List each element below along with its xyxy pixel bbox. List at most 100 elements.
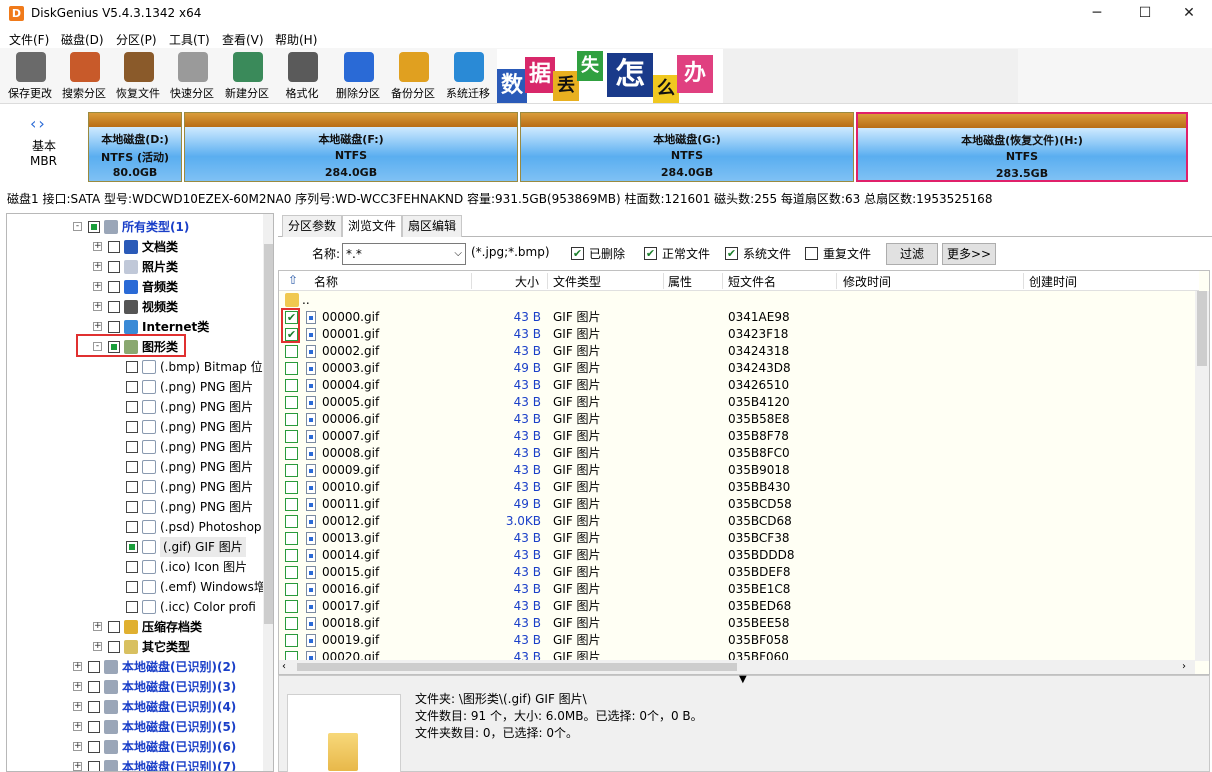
deleted-checkbox[interactable] <box>571 247 584 260</box>
up-arrow-icon[interactable]: ⇧ <box>288 273 298 287</box>
tree-checkbox[interactable] <box>126 601 138 613</box>
expand-toggle-icon[interactable]: - <box>73 222 82 231</box>
more-button[interactable]: 更多>> <box>942 243 996 265</box>
file-row[interactable]: 00009.gif 43 B GIF 图片 035B9018 <box>279 462 1195 479</box>
file-row[interactable]: 00004.gif 43 B GIF 图片 03426510 <box>279 377 1195 394</box>
tree-item[interactable]: + 本地磁盘(已识别)(5) <box>7 717 257 737</box>
scroll-left-icon[interactable]: ‹ <box>282 660 286 674</box>
scroll-right-icon[interactable]: › <box>1182 660 1186 674</box>
file-list[interactable]: ⇧ 名称 大小 文件类型 属性 短文件名 修改时间 创建时间 .. 00000.… <box>278 270 1210 675</box>
tree-checkbox[interactable] <box>108 281 120 293</box>
tree-item[interactable]: (.png) PNG 图片 <box>7 437 257 457</box>
list-hscroll-thumb[interactable] <box>297 663 737 671</box>
tree-item[interactable]: + 本地磁盘(已识别)(7) <box>7 757 257 771</box>
list-horizontal-scrollbar[interactable]: ‹ › <box>279 660 1195 674</box>
toolbar-button-7[interactable]: 删除分区 <box>332 48 384 102</box>
menu-file[interactable]: 文件(F) <box>9 31 49 48</box>
chevron-down-icon[interactable]: ⌵ <box>454 244 462 264</box>
col-attr[interactable]: 属性 <box>668 273 692 290</box>
partition-h[interactable]: 本地磁盘(恢复文件)(H:) NTFS 283.5GB <box>856 112 1188 182</box>
tree-item[interactable]: (.icc) Color profi <box>7 597 257 617</box>
tree-checkbox[interactable] <box>126 441 138 453</box>
tree-checkbox[interactable] <box>126 381 138 393</box>
tree-item[interactable]: + 其它类型 <box>7 637 257 657</box>
file-row[interactable]: 00019.gif 43 B GIF 图片 035BF058 <box>279 632 1195 649</box>
file-checkbox[interactable] <box>285 430 298 443</box>
tab-partition-params[interactable]: 分区参数 <box>282 215 343 237</box>
expand-toggle-icon[interactable]: + <box>73 682 82 691</box>
list-vertical-scrollbar[interactable] <box>1195 291 1209 661</box>
filter-button[interactable]: 过滤 <box>886 243 938 265</box>
tree-item[interactable]: (.png) PNG 图片 <box>7 417 257 437</box>
toolbar-button-9[interactable]: 系统迁移 <box>442 48 494 102</box>
tree-checkbox[interactable] <box>88 221 100 233</box>
file-checkbox[interactable] <box>285 447 298 460</box>
duplicate-files-checkbox[interactable] <box>805 247 818 260</box>
file-checkbox[interactable] <box>285 583 298 596</box>
toolbar-button-3[interactable]: 恢复文件 <box>112 48 164 102</box>
tree-item[interactable]: (.png) PNG 图片 <box>7 457 257 477</box>
partition-g[interactable]: 本地磁盘(G:) NTFS 284.0GB <box>520 112 854 182</box>
file-checkbox[interactable] <box>285 515 298 528</box>
file-row[interactable]: 00003.gif 49 B GIF 图片 034243D8 <box>279 360 1195 377</box>
file-row[interactable]: 00013.gif 43 B GIF 图片 035BCF38 <box>279 530 1195 547</box>
tree-checkbox[interactable] <box>88 701 100 713</box>
tree-item[interactable]: (.png) PNG 图片 <box>7 497 257 517</box>
tree-item[interactable]: + 本地磁盘(已识别)(3) <box>7 677 257 697</box>
tree-item[interactable]: (.png) PNG 图片 <box>7 477 257 497</box>
tab-sector-edit[interactable]: 扇区编辑 <box>402 215 463 237</box>
expand-toggle-icon[interactable]: + <box>73 722 82 731</box>
partition-f[interactable]: 本地磁盘(F:) NTFS 284.0GB <box>184 112 518 182</box>
expand-toggle-icon[interactable]: + <box>93 622 102 631</box>
expand-toggle-icon[interactable]: + <box>93 282 102 291</box>
file-row[interactable]: 00002.gif 43 B GIF 图片 03424318 <box>279 343 1195 360</box>
parent-dir-row[interactable]: .. <box>279 292 1195 309</box>
promo-banner[interactable]: 数 据 丢 失 怎 么 办 <box>497 49 723 103</box>
partition-d[interactable]: 本地磁盘(D:) NTFS (活动) 80.0GB <box>88 112 182 182</box>
expand-toggle-icon[interactable]: + <box>73 662 82 671</box>
file-checkbox[interactable] <box>285 532 298 545</box>
name-filter-input[interactable]: *.* ⌵ <box>342 243 466 265</box>
tree-item[interactable]: (.png) PNG 图片 <box>7 377 257 397</box>
toolbar-button-4[interactable]: 快速分区 <box>166 48 218 102</box>
menu-disk[interactable]: 磁盘(D) <box>61 31 104 48</box>
tree-item[interactable]: (.emf) Windows增 <box>7 577 266 597</box>
tree-checkbox[interactable] <box>108 321 120 333</box>
directory-tree[interactable]: - 所有类型(1) + 文档类 + 照片类 + 音频类 + 视频类 + Internet类 - 图形类 (.… <box>6 213 274 772</box>
expand-toggle-icon[interactable]: + <box>93 302 102 311</box>
tree-checkbox[interactable] <box>126 561 138 573</box>
file-row[interactable]: 00005.gif 43 B GIF 图片 035B4120 <box>279 394 1195 411</box>
expand-toggle-icon[interactable]: + <box>73 702 82 711</box>
tree-checkbox[interactable] <box>126 521 138 533</box>
col-short-name[interactable]: 短文件名 <box>728 273 776 290</box>
toolbar-button-8[interactable]: 备份分区 <box>387 48 439 102</box>
tree-checkbox[interactable] <box>126 421 138 433</box>
menu-tools[interactable]: 工具(T) <box>169 31 210 48</box>
file-checkbox[interactable] <box>285 345 298 358</box>
menu-partition[interactable]: 分区(P) <box>116 31 157 48</box>
tree-checkbox[interactable] <box>126 581 138 593</box>
tree-item[interactable]: + 本地磁盘(已识别)(4) <box>7 697 257 717</box>
tree-checkbox[interactable] <box>126 501 138 513</box>
tree-checkbox[interactable] <box>88 661 100 673</box>
tab-browse-files[interactable]: 浏览文件 <box>342 215 403 238</box>
file-row[interactable]: 00007.gif 43 B GIF 图片 035B8F78 <box>279 428 1195 445</box>
file-row[interactable]: 00011.gif 49 B GIF 图片 035BCD58 <box>279 496 1195 513</box>
menu-help[interactable]: 帮助(H) <box>275 31 317 48</box>
maximize-button[interactable]: ☐ <box>1122 0 1168 28</box>
tree-checkbox[interactable] <box>126 401 138 413</box>
tree-item[interactable]: - 所有类型(1) <box>7 217 257 237</box>
col-modified[interactable]: 修改时间 <box>843 273 891 290</box>
expand-toggle-icon[interactable]: + <box>93 262 102 271</box>
file-checkbox[interactable] <box>285 498 298 511</box>
tree-checkbox[interactable] <box>126 361 138 373</box>
file-checkbox[interactable] <box>285 600 298 613</box>
normal-files-checkbox[interactable] <box>644 247 657 260</box>
tree-scrollbar[interactable] <box>263 214 273 771</box>
tree-checkbox[interactable] <box>108 301 120 313</box>
file-checkbox[interactable] <box>285 413 298 426</box>
tree-item[interactable]: + 视频类 <box>7 297 257 317</box>
file-row[interactable]: 00016.gif 43 B GIF 图片 035BE1C8 <box>279 581 1195 598</box>
file-checkbox[interactable] <box>285 396 298 409</box>
tree-checkbox[interactable] <box>126 481 138 493</box>
